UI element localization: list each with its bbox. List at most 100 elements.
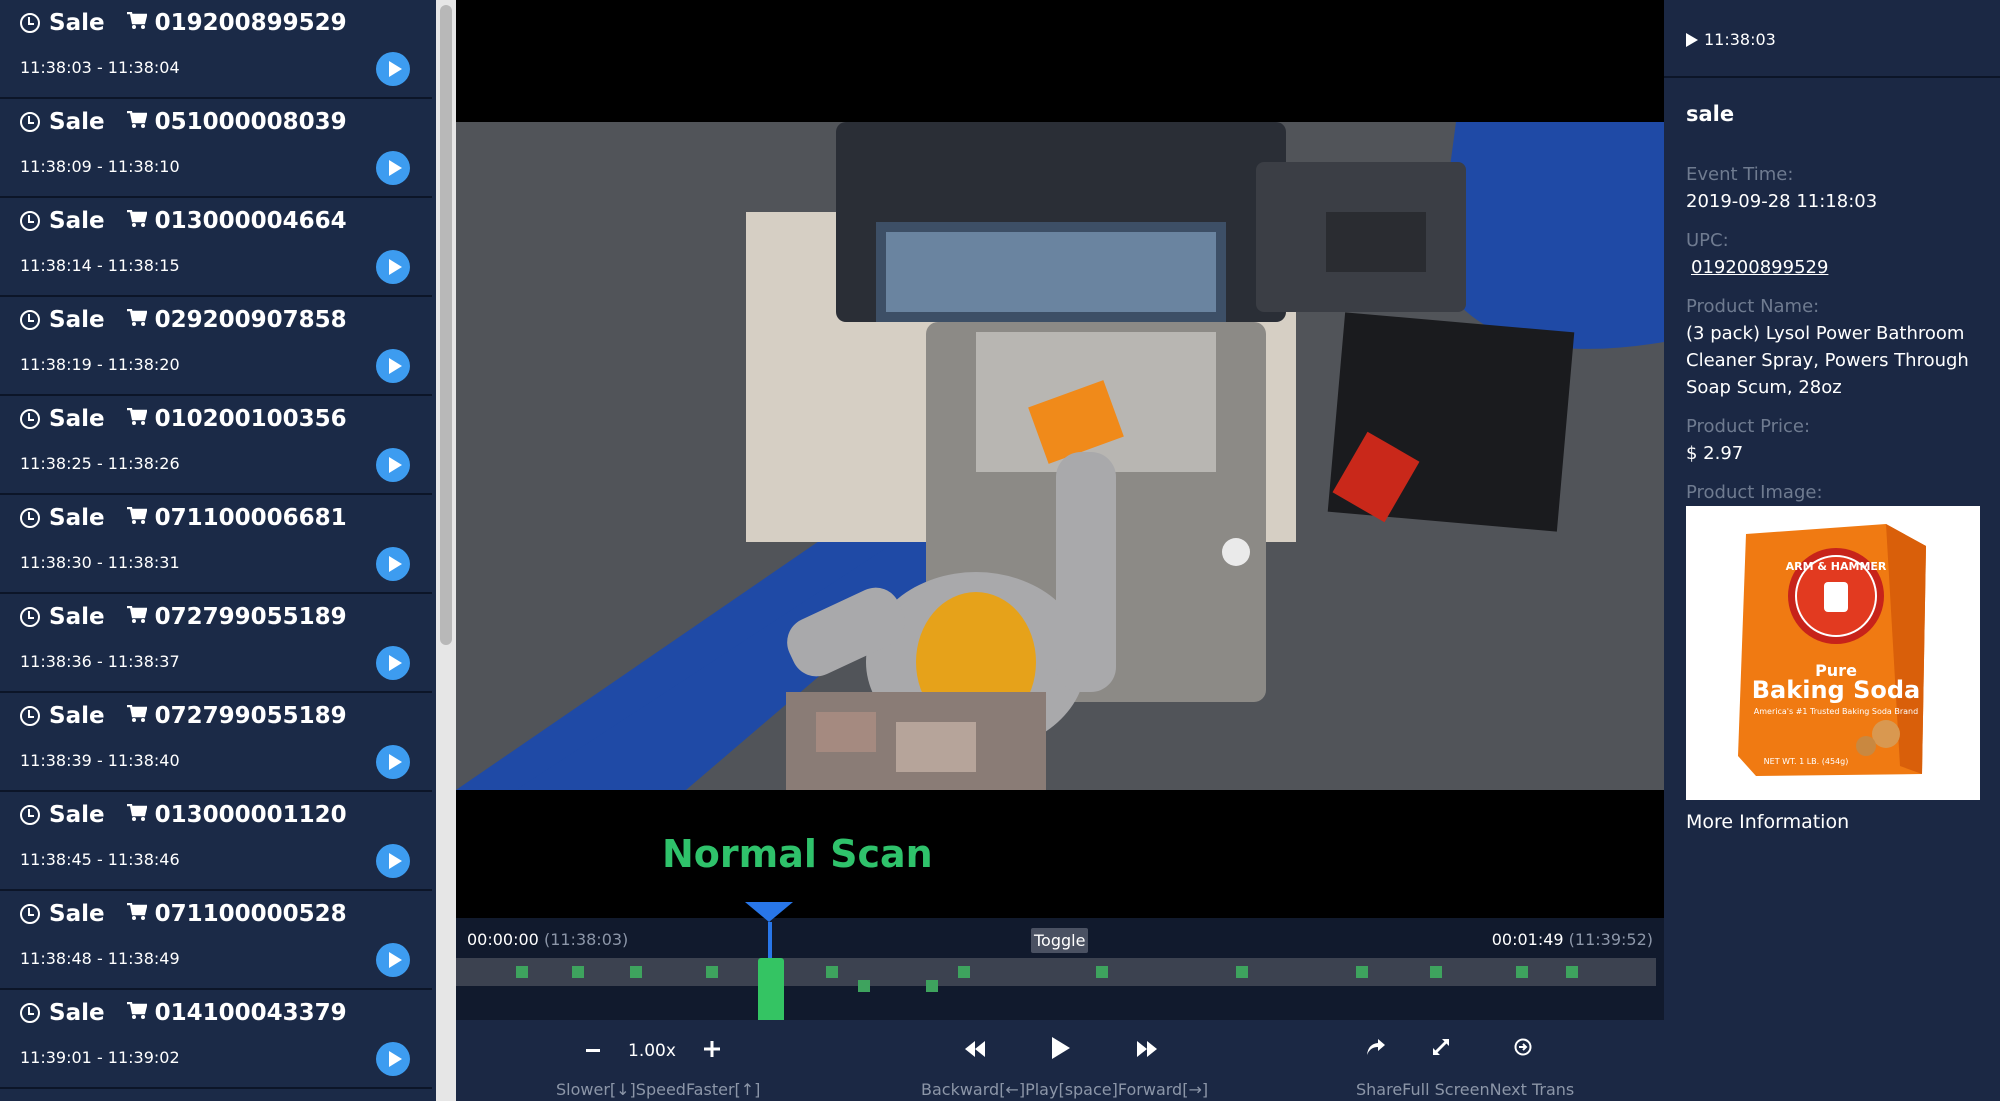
speed-controls-label: Slower[↓]SpeedFaster[↑] [556,1080,761,1099]
timeline-event-tick[interactable] [572,966,584,978]
scrollbar-thumb[interactable] [440,5,452,645]
timeline-event-tick[interactable] [706,966,718,978]
video-frame[interactable] [456,122,1664,790]
timeline-event-tick[interactable] [1096,966,1108,978]
transaction-item[interactable]: Sale 071100000528 11:38:48 - 11:38:49 [0,891,432,990]
video-frame-image [456,122,1664,790]
transaction-item[interactable]: Sale 072799055189 11:38:36 - 11:38:37 [0,594,432,693]
play-transaction-button[interactable] [376,547,410,581]
transaction-time: 11:38:48 - 11:38:49 [20,949,180,968]
timeline-start-time: 00:00:00 (11:38:03) [467,930,628,949]
play-transaction-button[interactable] [376,1042,410,1076]
play-transaction-button[interactable] [376,646,410,680]
upc-link[interactable]: 019200899529 [1691,257,1828,278]
playhead-pin[interactable] [745,902,793,922]
transaction-header: Sale 029200907858 [20,307,347,333]
full-screen-button[interactable] [1432,1037,1450,1062]
timeline-event-tick[interactable] [858,980,870,992]
transaction-type: Sale [49,406,105,432]
cart-shape [126,902,148,920]
timeline-event-tick[interactable] [1430,966,1442,978]
transaction-item[interactable]: Sale 029200907858 11:38:19 - 11:38:20 [0,297,432,396]
transaction-header: Sale 014100043379 [20,1000,347,1026]
transaction-list: Sale 019200899529 11:38:03 - 11:38:04 Sale 0… [0,0,432,1089]
play-transaction-button[interactable] [376,349,410,383]
transaction-header: Sale 013000004664 [20,208,347,234]
transaction-item[interactable]: Sale 071100006681 11:38:30 - 11:38:31 [0,495,432,594]
transaction-item[interactable]: Sale 014100043379 11:39:01 - 11:39:02 [0,990,432,1089]
rewind-icon [965,1040,985,1057]
box-tagline: America's #1 Trusted Baking Soda Brand [1754,707,1918,716]
play-transaction-button[interactable] [376,943,410,977]
transport-controls-label: Backward[←]Play[space]Forward[→] [921,1080,1209,1099]
faster-button[interactable] [703,1038,720,1063]
video-player: Normal Scan 00:00:00 (11:38:03) Toggle 0… [456,0,1664,1101]
toggle-button[interactable]: Toggle [1031,928,1089,953]
timeline-event-tick[interactable] [1356,966,1368,978]
timeline-event-tick[interactable] [630,966,642,978]
event-detail-panel: 11:38:03 sale Event Time: 2019-09-28 11:… [1664,0,2000,1101]
cart-icon [126,506,148,531]
box-weight: NET WT. 1 LB. (454g) [1764,757,1849,766]
play-transaction-button[interactable] [376,448,410,482]
play-button[interactable] [1050,1036,1072,1066]
transaction-time: 11:38:39 - 11:38:40 [20,751,180,770]
timeline[interactable]: 00:00:00 (11:38:03) Toggle 00:01:49 (11:… [456,902,1664,1030]
transaction-upc: 072799055189 [154,604,347,630]
panel-header-time: 11:38:03 [1704,30,1776,49]
panel-play-time[interactable]: 11:38:03 [1686,30,1776,49]
cart-icon [126,110,148,135]
cart-icon [126,1001,148,1026]
transaction-upc: 029200907858 [154,307,347,333]
sidebar-scrollbar[interactable] [436,0,456,1101]
transaction-header: Sale 013000001120 [20,802,347,828]
panel-header: 11:38:03 [1664,0,2000,78]
panel-title: sale [1686,102,1735,126]
transaction-item[interactable]: Sale 019200899529 11:38:03 - 11:38:04 [0,0,432,99]
transaction-item[interactable]: Sale 013000004664 11:38:14 - 11:38:15 [0,198,432,297]
end-clock-value: (11:39:52) [1568,930,1653,949]
play-transaction-button[interactable] [376,151,410,185]
play-transaction-button[interactable] [376,52,410,86]
timeline-event-tick[interactable] [1516,966,1528,978]
backward-button[interactable] [964,1039,986,1064]
transaction-item[interactable]: Sale 072799055189 11:38:39 - 11:38:40 [0,693,432,792]
play-transaction-button[interactable] [376,745,410,779]
upc-value[interactable]: 019200899529 [1691,254,1991,281]
timeline-event-tick[interactable] [826,966,838,978]
transaction-type: Sale [49,604,105,630]
transaction-upc: 013000004664 [154,208,347,234]
play-transaction-button[interactable] [376,844,410,878]
cart-icon [126,11,148,36]
fast-forward-icon [1137,1040,1157,1057]
transaction-upc: 019200899529 [154,10,347,36]
baking-soda-box: ARM & HAMMER Pure Baking Soda America's … [1738,524,1926,776]
timeline-event-tick[interactable] [926,980,938,992]
transaction-item[interactable]: Sale 051000008039 11:38:09 - 11:38:10 [0,99,432,198]
timeline-event-tick[interactable] [1236,966,1248,978]
timeline-event-tick[interactable] [516,966,528,978]
transaction-upc: 013000001120 [154,802,347,828]
timeline-event-tick[interactable] [958,966,970,978]
cart-shape [126,308,148,326]
transaction-type: Sale [49,901,105,927]
app: Sale 019200899529 11:38:03 - 11:38:04 Sale 0… [0,0,2000,1101]
more-information-link[interactable]: More Information [1686,811,1849,833]
transaction-header: Sale 071100000528 [20,901,347,927]
transaction-item[interactable]: Sale 013000001120 11:38:45 - 11:38:46 [0,792,432,891]
cart-shape [126,1001,148,1019]
timeline-event-tick[interactable] [1566,966,1578,978]
play-transaction-button[interactable] [376,250,410,284]
forward-button[interactable] [1136,1039,1158,1064]
transaction-item[interactable]: Sale 010200100356 11:38:25 - 11:38:26 [0,396,432,495]
play-icon [1052,1037,1070,1059]
slower-button[interactable] [586,1038,600,1063]
cart-shape [126,407,148,425]
next-transaction-button[interactable] [1514,1037,1532,1062]
cart-shape [126,11,148,29]
product-price-label: Product Price: [1686,416,1811,437]
timeline-end-time: 00:01:49 (11:39:52) [1492,930,1653,949]
transaction-header: Sale 051000008039 [20,109,347,135]
share-button[interactable] [1366,1037,1386,1062]
timeline-track[interactable] [456,958,1656,992]
